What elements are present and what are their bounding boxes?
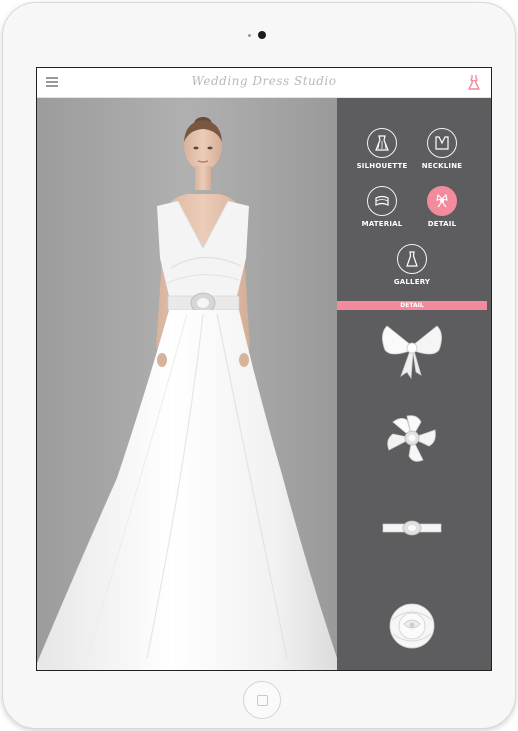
dress-preview-stage [37, 98, 337, 670]
category-label: DETAIL [427, 220, 457, 228]
detail-section-header: DETAIL [337, 301, 487, 310]
sensor-dot [248, 34, 251, 37]
category-label: NECKLINE [421, 162, 463, 170]
flower-detail[interactable] [377, 596, 447, 660]
app-screen: Wedding Dress Studio SILHOUETTE NECKLINE… [36, 67, 492, 671]
detail-icon [427, 186, 457, 216]
gallery-icon [397, 244, 427, 274]
front-camera [258, 31, 266, 39]
category-gallery-button[interactable]: GALLERY [377, 244, 447, 286]
silhouette-icon [367, 128, 397, 158]
dress-icon[interactable] [467, 74, 481, 90]
category-label: GALLERY [393, 278, 431, 286]
tablet-frame: Wedding Dress Studio SILHOUETTE NECKLINE… [2, 2, 516, 729]
pinwheel-brooch-detail[interactable] [377, 410, 447, 474]
app-title: Wedding Dress Studio [191, 74, 337, 88]
category-detail-button[interactable]: DETAIL [407, 186, 477, 228]
category-neckline-button[interactable]: NECKLINE [407, 128, 477, 170]
material-icon [367, 186, 397, 216]
top-bar: Wedding Dress Studio [37, 68, 491, 98]
home-button[interactable] [243, 681, 281, 719]
options-panel: SILHOUETTE NECKLINE MATERIAL DETAIL GALL… [337, 98, 491, 670]
neckline-icon [427, 128, 457, 158]
bow-detail[interactable] [377, 320, 447, 384]
jeweled-belt-detail[interactable] [377, 508, 447, 552]
model-in-dress [37, 98, 337, 670]
